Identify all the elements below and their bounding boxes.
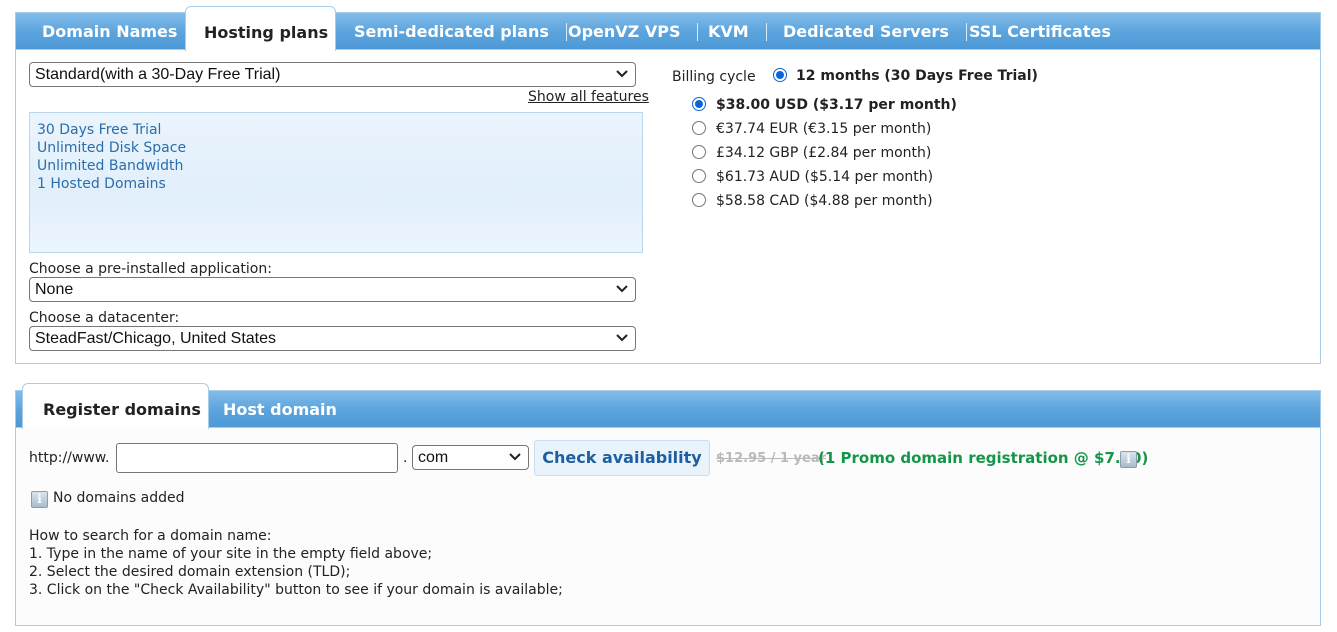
tab-hosting-plans[interactable]: Hosting plans (185, 6, 336, 51)
tld-select[interactable]: com (412, 445, 529, 470)
price-radio-gbp[interactable] (692, 145, 706, 159)
tld-select-value: com (418, 449, 449, 466)
price-option-gbp: £34.12 GBP (£2.84 per month) (716, 145, 932, 161)
tab-semi-dedicated-plans[interactable]: Semi-dedicated plans (336, 13, 567, 50)
info-icon[interactable]: i (1120, 451, 1137, 468)
tab-kvm[interactable]: KVM (690, 13, 767, 50)
app-select[interactable]: None (29, 277, 636, 302)
main-tab-bar: Domain Names Hosting plans Semi-dedicate… (16, 6, 1320, 51)
billing-cycle-value: 12 months (30 Days Free Trial) (796, 68, 1038, 84)
app-select-value: None (35, 281, 74, 298)
domain-tab-bar: Register domains Host domain (16, 383, 1320, 429)
app-label: Choose a pre-installed application: (29, 261, 272, 277)
tab-openvz-vps[interactable]: OpenVZ VPS (550, 13, 699, 50)
feature-item: 1 Hosted Domains (37, 176, 166, 192)
domain-dot: . (403, 450, 408, 466)
old-price: $12.95 / 1 year (716, 451, 827, 466)
billing-cycle-radio[interactable] (773, 68, 787, 82)
tab-domain-names[interactable]: Domain Names (24, 13, 196, 50)
price-option-eur: €37.74 EUR (€3.15 per month) (716, 121, 932, 137)
hosting-panel: Domain Names Hosting plans Semi-dedicate… (15, 6, 1321, 364)
chevron-down-icon (509, 453, 521, 461)
howto-step: 2. Select the desired domain extension (… (29, 564, 351, 580)
show-all-features-link[interactable]: Show all features (528, 89, 649, 105)
billing-cycle-label: Billing cycle (672, 69, 756, 85)
price-option-usd: $38.00 USD ($3.17 per month) (716, 97, 957, 113)
tab-host-domain[interactable]: Host domain (203, 391, 357, 428)
feature-item: Unlimited Bandwidth (37, 158, 184, 174)
howto-section: How to search for a domain name: 1. Type… (29, 527, 563, 599)
domain-name-input[interactable] (116, 443, 398, 473)
price-option-cad: $58.58 CAD ($4.88 per month) (716, 193, 933, 209)
check-availability-button[interactable]: Check availability (534, 440, 710, 476)
datacenter-select-value: SteadFast/Chicago, United States (35, 330, 277, 347)
chevron-down-icon (616, 285, 628, 293)
price-radio-cad[interactable] (692, 193, 706, 207)
chevron-down-icon (616, 334, 628, 342)
tab-ssl-certificates[interactable]: SSL Certificates (951, 13, 1129, 50)
datacenter-label: Choose a datacenter: (29, 310, 180, 326)
tab-dedicated-servers[interactable]: Dedicated Servers (765, 13, 967, 50)
plan-select[interactable]: Standard(with a 30-Day Free Trial) (29, 62, 636, 87)
no-domains-text: No domains added (53, 490, 185, 506)
price-radio-eur[interactable] (692, 121, 706, 135)
feature-item: Unlimited Disk Space (37, 140, 187, 156)
features-list: 30 Days Free Trial Unlimited Disk Space … (29, 112, 643, 253)
http-prefix: http://www. (29, 450, 110, 466)
datacenter-select[interactable]: SteadFast/Chicago, United States (29, 326, 636, 351)
howto-step: 1. Type in the name of your site in the … (29, 546, 433, 562)
plan-select-value: Standard(with a 30-Day Free Trial) (35, 66, 281, 83)
domain-panel: Register domains Host domain http://www.… (15, 383, 1321, 626)
chevron-down-icon (616, 70, 628, 78)
promo-text: (1 Promo domain registration @ $7.00) (818, 449, 1149, 467)
price-radio-aud[interactable] (692, 169, 706, 183)
tab-register-domains[interactable]: Register domains (22, 383, 209, 429)
price-option-aud: $61.73 AUD ($5.14 per month) (716, 169, 934, 185)
howto-title: How to search for a domain name: (29, 528, 272, 544)
price-radio-usd[interactable] (692, 97, 706, 111)
info-icon: i (31, 491, 48, 508)
howto-step: 3. Click on the "Check Availability" but… (29, 582, 563, 598)
feature-item: 30 Days Free Trial (37, 122, 162, 138)
